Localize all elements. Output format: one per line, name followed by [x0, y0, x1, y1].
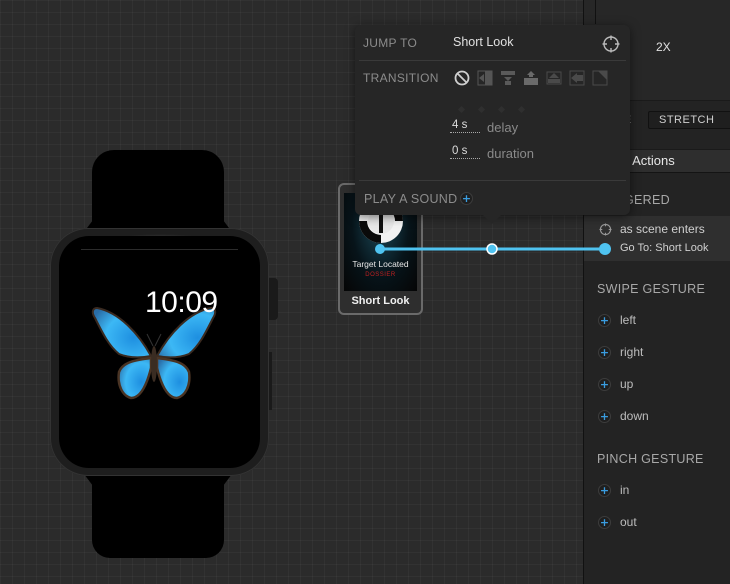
watch-time: 10:09: [145, 286, 218, 319]
transition-popover: JUMP TO Short Look TRANSITION 4 s delay …: [355, 25, 630, 224]
target-picker-icon[interactable]: [602, 35, 620, 53]
trigger-action-label: Go To: Short Look: [620, 242, 709, 254]
add-icon[interactable]: +: [598, 410, 611, 423]
add-sound-button[interactable]: +: [460, 192, 473, 205]
pinch-in-item[interactable]: + in: [598, 483, 728, 499]
gesture-label: down: [620, 409, 649, 423]
swipe-left-item[interactable]: + left: [598, 313, 728, 329]
gesture-label: right: [620, 345, 644, 359]
gesture-label: up: [620, 377, 634, 391]
gesture-label: in: [620, 483, 630, 497]
duration-label: duration: [487, 146, 534, 161]
push-left-icon[interactable]: [477, 70, 493, 86]
delay-label: delay: [487, 120, 519, 135]
swipe-gesture-header: SWIPE GESTURE: [597, 282, 706, 296]
popover-divider: [359, 180, 626, 181]
trigger-scene-enters[interactable]: as scene enters Go To: Short Look: [584, 216, 730, 261]
thumbnail-title: Target Located: [352, 259, 409, 269]
slide-up-icon[interactable]: [523, 70, 539, 86]
duration-input[interactable]: 0 s: [450, 145, 480, 159]
pinch-out-item[interactable]: + out: [598, 515, 728, 531]
popover-divider: [359, 60, 626, 61]
watch-screen: 10:09: [59, 236, 260, 468]
slide-down-icon[interactable]: [500, 70, 516, 86]
page-curl-icon[interactable]: [592, 70, 608, 86]
cover-up-icon[interactable]: [546, 70, 562, 86]
transition-direction-dots: [457, 97, 539, 116]
add-icon[interactable]: +: [598, 314, 611, 327]
transition-label: TRANSITION: [363, 71, 439, 85]
add-icon[interactable]: +: [598, 484, 611, 497]
trigger-event-label: as scene enters: [620, 222, 705, 236]
direction-dot[interactable]: [497, 105, 506, 114]
watch-digital-crown: [268, 278, 278, 320]
swipe-up-item[interactable]: + up: [598, 377, 728, 393]
resize-mode-select[interactable]: STRETCH: [648, 111, 730, 129]
scale-label[interactable]: 2X: [656, 40, 671, 54]
direction-dot[interactable]: [517, 105, 526, 114]
add-icon[interactable]: +: [598, 516, 611, 529]
gesture-label: left: [620, 313, 637, 327]
pinch-gesture-header: PINCH GESTURE: [597, 452, 704, 466]
add-icon[interactable]: +: [598, 346, 611, 359]
jump-to-label: JUMP TO: [363, 36, 418, 50]
inspector-divider: [595, 0, 596, 24]
crosshair-icon: [599, 223, 612, 236]
direction-dot[interactable]: [457, 105, 466, 114]
swipe-right-item[interactable]: + right: [598, 345, 728, 361]
scene-node-label: Short Look: [351, 295, 410, 307]
push-back-icon[interactable]: [569, 70, 585, 86]
thumbnail-subtitle: DOSSIER: [365, 272, 396, 278]
popover-arrow: [482, 214, 502, 224]
triggered-header: GERED: [624, 193, 670, 207]
delay-input[interactable]: 4 s: [450, 119, 480, 133]
screen-edge-line: [81, 249, 238, 250]
swipe-down-item[interactable]: + down: [598, 409, 728, 425]
direction-dot[interactable]: [477, 105, 486, 114]
watch-strap-bottom: [92, 466, 224, 558]
gesture-label: out: [620, 515, 637, 529]
watch-strap-top: [92, 150, 224, 240]
jump-to-value[interactable]: Short Look: [453, 35, 513, 49]
add-icon[interactable]: +: [598, 378, 611, 391]
play-sound-label: PLAY A SOUND: [364, 192, 458, 206]
watch-case: 10:09: [50, 228, 269, 476]
no-transition-icon[interactable]: [454, 70, 470, 86]
